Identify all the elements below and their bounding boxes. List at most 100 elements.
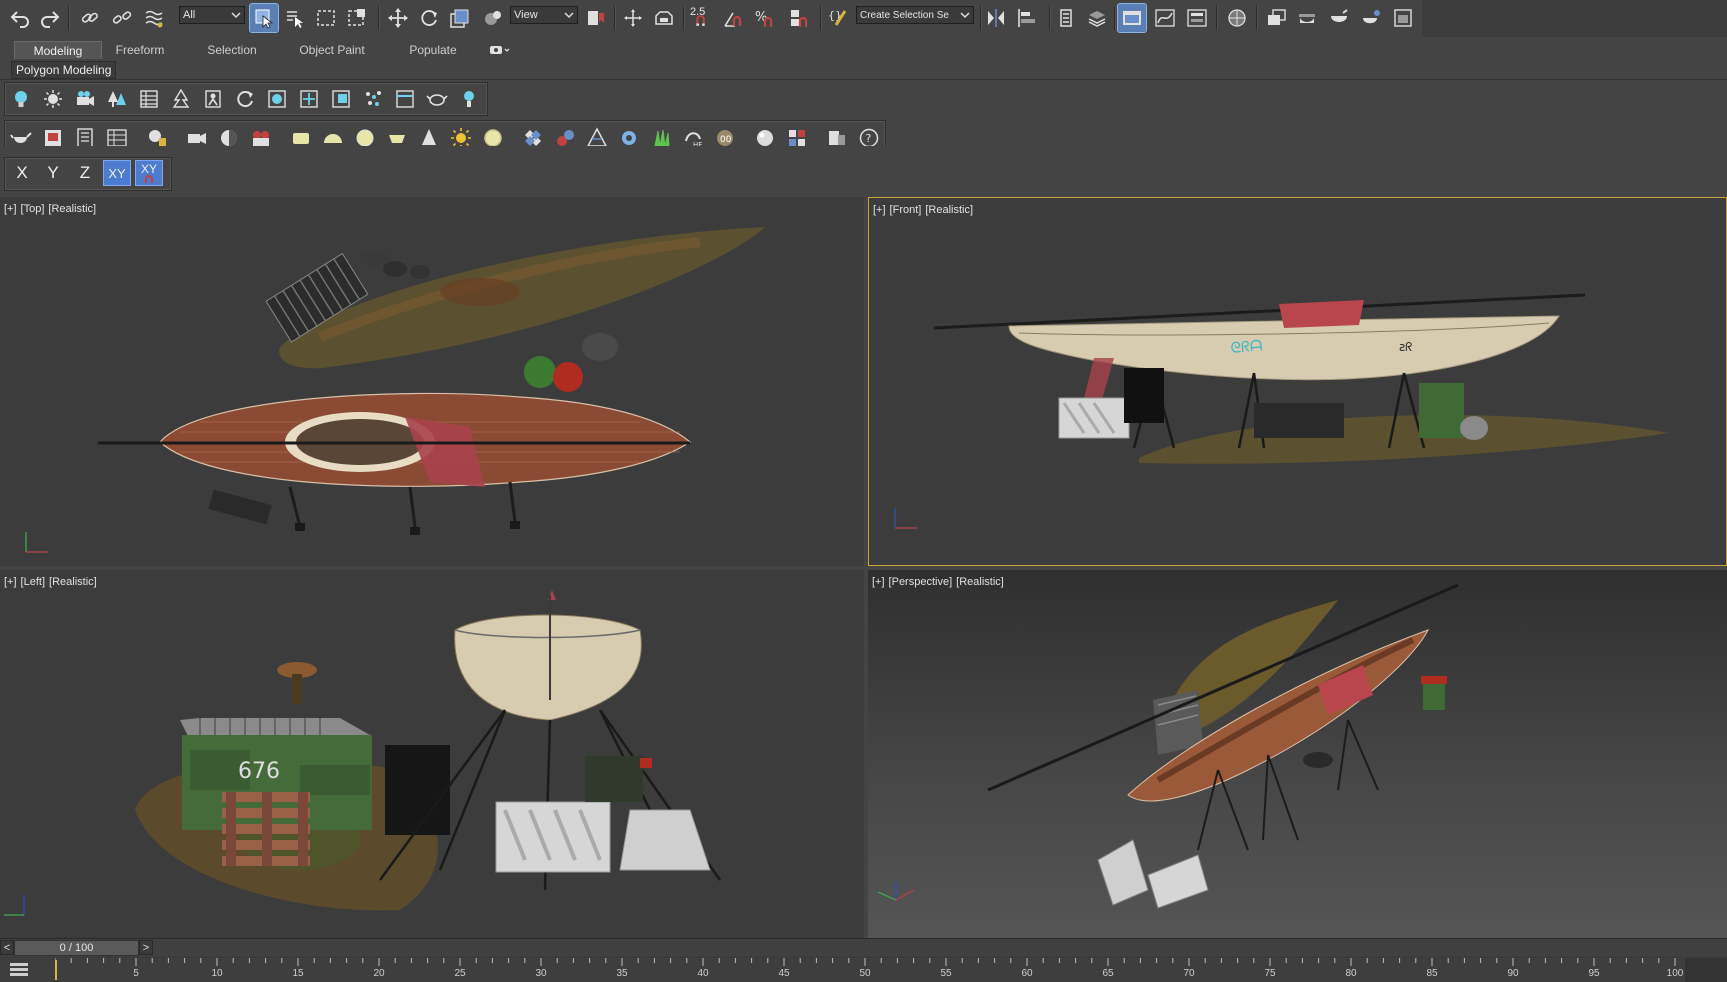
ruler-tick-label: 25 — [454, 968, 466, 979]
light-bulb-icon[interactable] — [8, 86, 34, 112]
toggle-ribbon-icon[interactable] — [1117, 3, 1147, 33]
time-slider-thumb[interactable]: 0 / 100 — [14, 940, 139, 956]
foliage-icon[interactable] — [104, 86, 130, 112]
light-probe-icon[interactable] — [456, 86, 482, 112]
bind-space-warp-icon[interactable] — [140, 4, 168, 32]
ruler-tick-label: 60 — [1021, 968, 1033, 979]
ruler-tick-label: 85 — [1426, 968, 1438, 979]
pivot-icon[interactable] — [479, 4, 507, 32]
time-slider[interactable]: < 0 / 100 > — [0, 939, 1727, 957]
viewport-perspective[interactable]: [+] [Perspective] [Realistic] — [868, 570, 1727, 938]
render-iterative-icon[interactable] — [1357, 4, 1385, 32]
selection-filter-dropdown[interactable]: All — [179, 6, 245, 24]
helper-icon[interactable] — [264, 86, 290, 112]
mirror-icon[interactable] — [982, 4, 1010, 32]
ribbon-options-icon — [490, 45, 510, 54]
align-icon[interactable] — [1013, 4, 1041, 32]
material-editor-icon[interactable] — [1223, 4, 1251, 32]
rotate-object-icon[interactable] — [232, 86, 258, 112]
toolbar-empty-area — [1422, 0, 1727, 37]
next-frame-button[interactable]: > — [139, 940, 153, 955]
window-crossing-icon[interactable] — [343, 4, 371, 32]
tree-icon[interactable] — [168, 86, 194, 112]
timeline: < 0 / 100 > 5 10 15 20 25 30 35 40 45 50 55 60 65 70 7… — [0, 938, 1727, 982]
angle-snap-icon[interactable] — [719, 4, 747, 32]
shapes-icon[interactable] — [328, 86, 354, 112]
ruler-tick-label: 80 — [1345, 968, 1357, 979]
create-toolbar-row-1 — [0, 80, 1727, 117]
camera-icon[interactable] — [72, 86, 98, 112]
list-view-icon[interactable] — [136, 86, 162, 112]
tab-freeform[interactable]: Freeform — [102, 41, 178, 58]
scale-icon[interactable] — [446, 4, 474, 32]
redo-icon[interactable] — [36, 4, 64, 32]
constrain-y-button[interactable]: Y — [39, 160, 67, 186]
snaps-toggle-icon[interactable]: 2.5 — [688, 4, 716, 32]
link-icon[interactable] — [76, 4, 104, 32]
constrain-z-button[interactable]: Z — [71, 160, 99, 186]
polygon-modeling-panel-toggle[interactable]: Polygon Modeling — [11, 61, 117, 79]
ruler-tick-label: 45 — [778, 968, 790, 979]
tab-label: Selection — [207, 42, 257, 57]
reference-coord-value: View — [514, 9, 538, 21]
teapot-icon[interactable] — [424, 86, 450, 112]
layer-explorer-icon[interactable] — [1052, 4, 1080, 32]
rusted-hull — [1139, 414, 1669, 464]
select-manipulate-icon[interactable] — [650, 4, 678, 32]
named-selection-set-dropdown[interactable]: Create Selection Se — [856, 6, 974, 24]
tab-object-paint[interactable]: Object Paint — [290, 41, 374, 58]
ribbon-tab-bar: Modeling Freeform Selection Object Paint… — [0, 37, 1727, 61]
constrain-x-button[interactable]: X — [8, 160, 36, 186]
ruler-tick-label: 55 — [940, 968, 952, 979]
undo-icon[interactable] — [6, 4, 34, 32]
render-production-icon[interactable] — [1325, 4, 1353, 32]
selection-filter-value: All — [183, 9, 196, 21]
schematic-view-icon[interactable] — [1183, 4, 1211, 32]
axis-constraints-toolbar: X Y Z XY XY — [0, 146, 1727, 196]
tab-selection[interactable]: Selection — [192, 41, 272, 58]
next-frame-glyph: > — [142, 941, 150, 954]
select-by-name-icon[interactable] — [281, 4, 309, 32]
concrete-barrier-side — [619, 809, 711, 871]
particle-system-icon[interactable] — [360, 86, 386, 112]
sunlight-icon[interactable] — [40, 86, 66, 112]
spinner-snap-icon[interactable] — [785, 4, 813, 32]
viewport-top[interactable]: [+] [Top] [Realistic] — [0, 197, 864, 566]
rotate-icon[interactable] — [415, 4, 443, 32]
percent-snap-icon[interactable]: % — [750, 4, 778, 32]
green-bin — [1419, 383, 1464, 438]
point-helper-icon[interactable] — [296, 86, 322, 112]
reference-coord-dropdown[interactable]: View — [510, 6, 578, 24]
keyboard-shortcut-icon[interactable] — [582, 4, 610, 32]
ribbon-options-button[interactable] — [486, 41, 514, 58]
ribbon-panel: Polygon Modeling — [0, 61, 1727, 80]
human-figure-icon[interactable] — [200, 86, 226, 112]
prev-frame-button[interactable]: < — [0, 940, 14, 955]
a360-render-icon[interactable] — [1389, 4, 1417, 32]
ruler-tick-label: 5 — [133, 968, 139, 979]
constrain-xy-button[interactable]: XY — [103, 160, 131, 186]
tab-populate[interactable]: Populate — [396, 41, 470, 58]
select-object-icon[interactable] — [249, 3, 279, 33]
svg-text:00: 00 — [720, 135, 732, 145]
viewport-left[interactable]: [+] [Left] [Realistic] 676 — [0, 570, 864, 938]
top-view-scene — [25, 227, 765, 553]
rendered-frame-window-icon[interactable] — [1293, 4, 1321, 32]
tarp-cloth — [1279, 300, 1364, 328]
transform-gizmo-icon[interactable] — [619, 4, 647, 32]
systems-icon[interactable] — [392, 86, 418, 112]
track-bar[interactable]: 5 10 15 20 25 30 35 40 45 50 55 60 65 70 75 80 85 90 95 100 — [0, 958, 1727, 982]
viewport-front[interactable]: [+] [Front] [Realistic] ᘓᖇᗩ ꙅᖇ — [868, 197, 1727, 566]
curve-editor-icon[interactable] — [1151, 4, 1179, 32]
unlink-icon[interactable] — [108, 4, 136, 32]
rect-selection-icon[interactable] — [312, 4, 340, 32]
edit-named-selections-icon[interactable]: {} — [824, 4, 852, 32]
constrain-xy-snap-button[interactable]: XY — [135, 160, 163, 186]
move-icon[interactable] — [384, 4, 412, 32]
render-setup-icon[interactable] — [1262, 4, 1290, 32]
scene-explorer-icon[interactable] — [1083, 4, 1111, 32]
perspective-view-scene — [877, 583, 1459, 909]
track-bar-icon[interactable] — [4, 961, 36, 979]
tab-modeling[interactable]: Modeling — [14, 41, 102, 59]
toolbar-separator — [378, 6, 380, 30]
